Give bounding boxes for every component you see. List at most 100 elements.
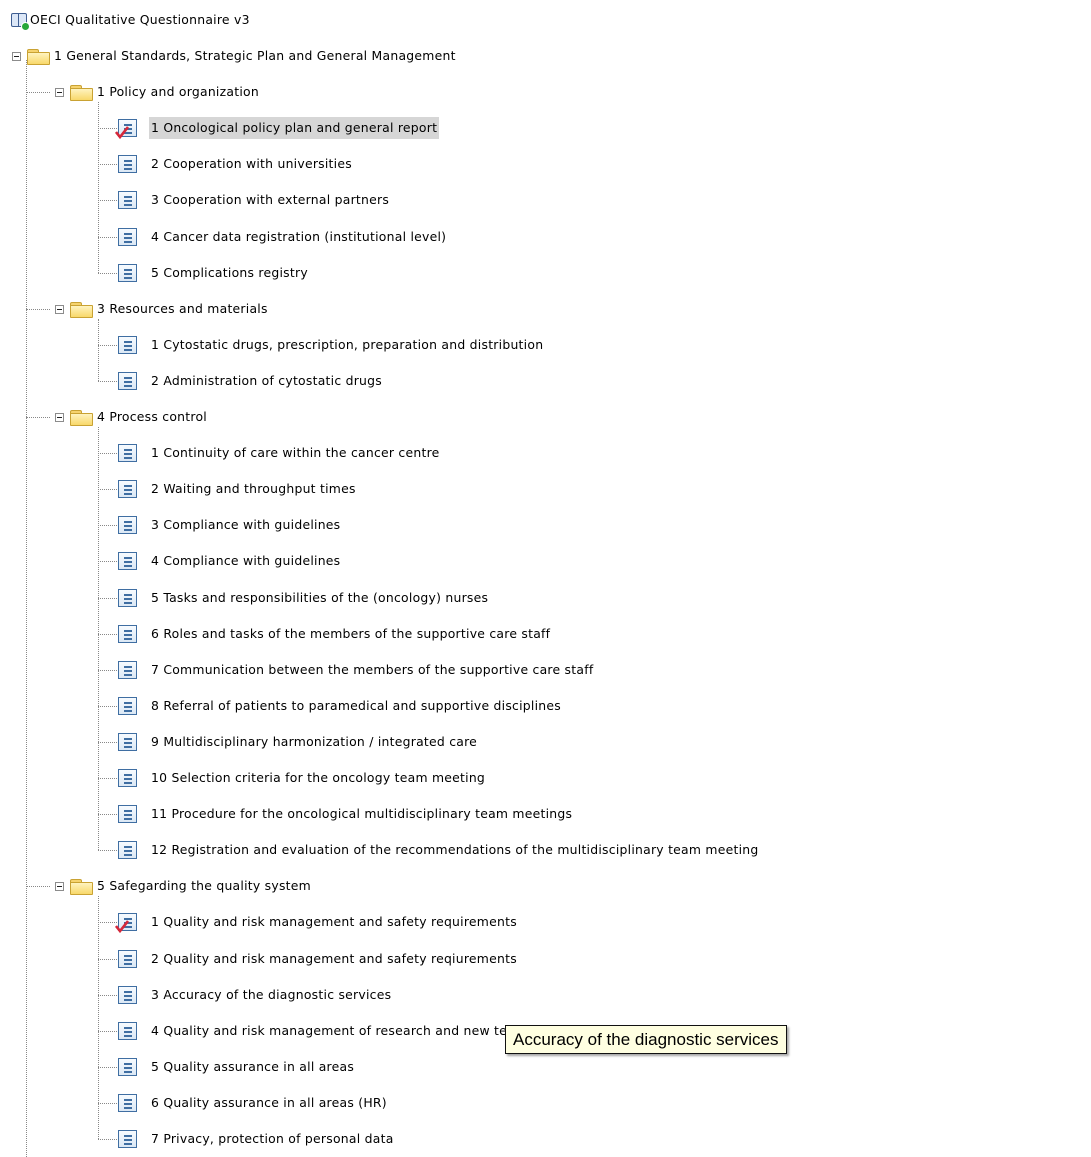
document-icon (118, 1057, 137, 1076)
tree-connector (98, 1066, 117, 1068)
tree-connector (98, 896, 99, 1139)
tree-section-label: 5 Safegarding the quality system (97, 878, 311, 894)
tree-item-label: 8 Referral of patients to paramedical an… (151, 697, 561, 713)
tree-connector (26, 886, 50, 888)
tree-item-label: 1 Continuity of care within the cancer c… (151, 445, 440, 461)
document-icon (118, 335, 137, 354)
document-icon (118, 155, 137, 174)
tree-item-label: 5 Tasks and responsibilities of the (onc… (151, 589, 489, 605)
chapter-expander[interactable] (12, 52, 21, 61)
tree-item-label: 3 Accuracy of the diagnostic services (151, 986, 392, 1002)
document-icon (118, 985, 137, 1004)
tree-connector (98, 814, 117, 816)
tree-connector (98, 380, 117, 382)
document-icon (118, 769, 137, 787)
tree-item-label: 7 Privacy, protection of personal data (151, 1131, 394, 1146)
document-icon (118, 1021, 137, 1040)
tree-connector (98, 597, 117, 599)
tree-item-label: 9 Multidisciplinary harmonization / inte… (151, 733, 478, 749)
tree-item-label: 5 Complications registry (151, 264, 308, 280)
section-expander[interactable] (55, 413, 64, 422)
book-icon (10, 11, 30, 31)
folder-open-icon (69, 878, 93, 896)
tree-item-label: 3 Compliance with guidelines (151, 517, 341, 533)
tree-connector (26, 417, 50, 418)
tree-section-label: 1 Policy and organization (97, 84, 259, 100)
tree-item-label: 2 Cooperation with universities (151, 156, 352, 172)
tree-item-label: 11 Procedure for the oncological multidi… (151, 806, 573, 822)
tree-connector (98, 633, 117, 635)
tree-item-label: 1 Quality and risk management and safety… (151, 914, 517, 930)
tree-connector (98, 200, 117, 202)
tree-connector (98, 344, 117, 346)
tree-connector (98, 272, 117, 274)
tooltip: Accuracy of the diagnostic services (505, 1025, 787, 1054)
tree-connector (98, 850, 117, 852)
tree-item-label: 4 Compliance with guidelines (151, 553, 341, 569)
document-icon (118, 1130, 137, 1148)
document-icon (118, 480, 137, 499)
document-icon (118, 263, 137, 282)
tree-connector (26, 308, 50, 310)
tree-item-label: 3 Cooperation with external partners (151, 192, 390, 208)
section-expander[interactable] (55, 882, 64, 892)
folder-open-icon (26, 48, 50, 65)
tree-item-label: 2 Waiting and throughput times (151, 481, 356, 497)
tree-section-label: 4 Process control (97, 409, 207, 424)
tree-item-label: 12 Registration and evaluation of the re… (151, 842, 759, 858)
tree-connector (98, 778, 117, 779)
tree-connector (98, 164, 117, 166)
tree-connector (98, 525, 117, 527)
document-icon (118, 949, 137, 968)
folder-open-icon (69, 84, 93, 102)
tree-connector (98, 1102, 117, 1104)
tree-item-label: 1 Oncological policy plan and general re… (149, 117, 440, 140)
section-expander[interactable] (55, 304, 64, 314)
tree-connector (98, 958, 117, 960)
tree-connector (26, 60, 27, 1157)
tree-connector (98, 1139, 117, 1140)
tooltip-text: Accuracy of the diagnostic services (513, 1030, 779, 1049)
document-icon (118, 1093, 137, 1112)
tree-item-label: 6 Roles and tasks of the members of the … (151, 625, 551, 641)
tree-section-label: 3 Resources and materials (97, 300, 268, 316)
document-icon (118, 660, 137, 679)
tree-connector (98, 102, 99, 273)
tree-item-label: 2 Quality and risk management and safety… (151, 950, 517, 966)
tree-connector (98, 561, 117, 563)
tree-item-label: 2 Administration of cytostatic drugs (151, 372, 382, 388)
tree-item-label: 1 Cytostatic drugs, prescription, prepar… (151, 336, 544, 352)
document-icon (118, 371, 137, 390)
tree-connector (98, 427, 99, 851)
document-icon (118, 624, 137, 643)
document-icon (118, 444, 137, 463)
document-icon (118, 732, 137, 751)
document-icon (118, 696, 137, 715)
document-icon (118, 516, 137, 535)
document-icon (118, 841, 137, 860)
tree-item-label: 7 Communication between the members of t… (151, 661, 594, 677)
tree-connector (98, 994, 117, 996)
tree-chapter-label: 1 General Standards, Strategic Plan and … (54, 48, 456, 63)
document-icon (118, 805, 137, 824)
tree-connector (98, 1030, 117, 1032)
tree-connector (98, 741, 117, 743)
tree-connector (98, 236, 117, 238)
tree-item-label: 6 Quality assurance in all areas (HR) (151, 1094, 387, 1110)
tree-item-label: 5 Quality assurance in all areas (151, 1058, 355, 1074)
document-icon (118, 552, 137, 571)
tree-connector (98, 489, 117, 491)
document-icon (118, 588, 137, 607)
tree-item-label: 10 Selection criteria for the oncology t… (151, 770, 486, 785)
section-expander[interactable] (55, 88, 64, 98)
tree-connector (98, 318, 99, 381)
tree-connector (98, 705, 117, 707)
tree-connector (98, 669, 117, 671)
tree-connector (98, 453, 117, 455)
checkmark-icon (115, 126, 129, 140)
tree-item-label: 4 Cancer data registration (institutiona… (151, 228, 447, 244)
document-icon (118, 191, 137, 210)
folder-open-icon (69, 301, 93, 318)
document-icon (118, 227, 137, 246)
tree-root-label: OECI Qualitative Questionnaire v3 (30, 12, 250, 27)
